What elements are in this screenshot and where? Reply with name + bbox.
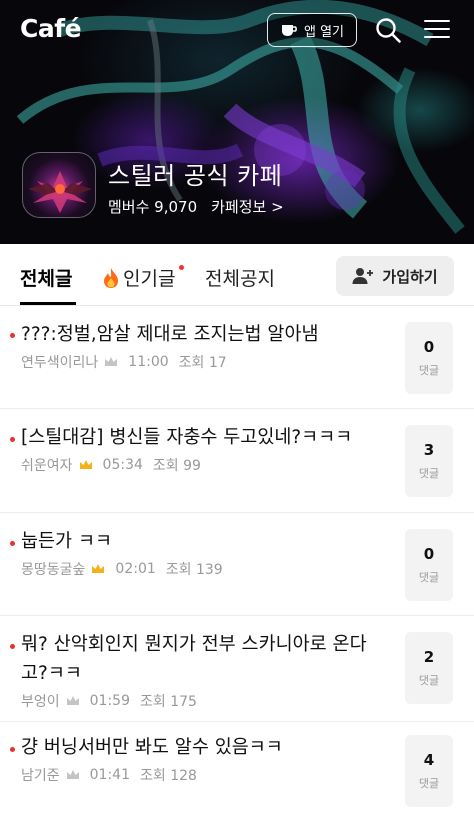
post-views: 조회 175: [140, 694, 197, 710]
app-open-button[interactable]: 앱 열기: [267, 13, 357, 47]
post-item[interactable]: [스틸대감] 병신들 자충수 두고있네?ㅋㅋㅋ 쉬운여자 05:34 조회 99…: [0, 409, 474, 513]
post-author[interactable]: 몽땅동굴숲: [21, 559, 85, 579]
post-item[interactable]: 걍 버닝서버만 봐도 알수 있음ㅋㅋ 남기준 01:41 조회 128 4 댓글: [0, 722, 474, 817]
post-bullet: [10, 541, 15, 546]
comment-count: 4: [423, 751, 435, 769]
comment-label: 댓글: [418, 571, 440, 584]
post-views: 조회 128: [140, 768, 197, 784]
post-views: 조회 99: [152, 458, 201, 474]
post-item[interactable]: 뭐? 산악회인지 뭔지가 전부 스카니아로 온다고?ㅋㅋ 부엉이 01:59 조…: [0, 616, 474, 722]
join-cafe-button[interactable]: 가입하기: [336, 256, 454, 296]
post-title[interactable]: 뭐? 산악회인지 뭔지가 전부 스카니아로 온다고?ㅋㅋ: [21, 630, 381, 688]
comment-count: 2: [423, 648, 435, 666]
comment-label: 댓글: [418, 777, 440, 790]
search-icon[interactable]: [374, 16, 402, 44]
post-item[interactable]: 눕든가 ㅋㅋ 몽땅동굴숲 02:01 조회 139 0 댓글: [0, 513, 474, 616]
comment-count-button[interactable]: 0 댓글: [405, 322, 453, 394]
post-time: 02:01: [115, 561, 156, 577]
app-open-label: 앱 열기: [303, 24, 344, 40]
post-title[interactable]: 눕든가 ㅋㅋ: [21, 527, 381, 556]
post-views: 조회 17: [178, 355, 227, 371]
post-title[interactable]: 걍 버닝서버만 봐도 알수 있음ㅋㅋ: [21, 733, 381, 762]
post-bullet: [10, 644, 15, 649]
tab-notices[interactable]: 전체공지: [205, 264, 275, 291]
post-author[interactable]: 부엉이: [21, 691, 60, 711]
gold-crown-icon: [79, 460, 92, 469]
cafe-name: 스틸러 공식 카페: [108, 162, 283, 190]
post-bullet: [10, 747, 15, 752]
post-meta: 연두색이리나 11:00 조회 17: [21, 352, 227, 372]
menu-icon[interactable]: [422, 16, 452, 44]
post-author[interactable]: 쉬운여자: [21, 455, 73, 475]
post-views: 조회 139: [165, 562, 223, 578]
comment-count: 0: [423, 545, 435, 563]
cafe-logo[interactable]: Café: [20, 14, 82, 43]
comment-count-button[interactable]: 2 댓글: [405, 632, 453, 704]
post-list: ???:정벌,암살 제대로 조지는법 알아냄 연두색이리나 11:00 조회 1…: [0, 306, 474, 817]
post-meta: 부엉이 01:59 조회 175: [21, 691, 197, 711]
silver-crown-icon: [105, 357, 118, 366]
silver-crown-icon: [66, 696, 79, 705]
new-indicator-dot: [179, 265, 185, 270]
comment-count-button[interactable]: 0 댓글: [405, 529, 453, 601]
post-author[interactable]: 연두색이리나: [21, 352, 98, 372]
post-title[interactable]: ???:정벌,암살 제대로 조지는법 알아냄: [21, 320, 381, 349]
post-meta: 남기준 01:41 조회 128: [21, 765, 197, 785]
cafe-info: 스틸러 공식 카페 멤버수 9,070 카페정보 >: [22, 152, 462, 222]
tab-popular[interactable]: 인기글: [101, 264, 185, 291]
post-item[interactable]: ???:정벌,암살 제대로 조지는법 알아냄 연두색이리나 11:00 조회 1…: [0, 306, 474, 409]
comment-label: 댓글: [418, 674, 440, 687]
cafe-thumbnail[interactable]: [22, 152, 96, 218]
active-tab-underline: [20, 302, 76, 305]
post-meta: 몽땅동굴숲 02:01 조회 139: [21, 559, 223, 579]
join-button-label: 가입하기: [382, 267, 438, 286]
coffee-cup-icon: [281, 25, 297, 36]
post-time: 11:00: [128, 354, 169, 370]
cafe-info-link[interactable]: 카페정보 >: [211, 196, 284, 217]
comment-count: 0: [423, 338, 435, 356]
post-time: 01:41: [89, 767, 130, 783]
comment-label: 댓글: [418, 467, 440, 480]
post-time: 01:59: [89, 693, 130, 709]
post-title[interactable]: [스틸대감] 병신들 자충수 두고있네?ㅋㅋㅋ: [21, 423, 381, 452]
post-bullet: [10, 437, 15, 442]
comment-label: 댓글: [418, 364, 440, 377]
member-count: 멤버수 9,070: [108, 198, 198, 216]
post-bullet: [10, 333, 15, 338]
board-tabs: 전체글 인기글 전체공지 가입하기: [0, 244, 474, 306]
add-user-icon: [352, 268, 374, 284]
post-author[interactable]: 남기준: [21, 765, 60, 785]
fire-icon: [104, 267, 118, 288]
gold-crown-icon: [92, 564, 105, 573]
post-meta: 쉬운여자 05:34 조회 99: [21, 455, 201, 475]
top-bar: Café 앱 열기: [0, 0, 474, 60]
cafe-header: Café 앱 열기 스틸러 공식 카페 멤버수 9,070 카페정보 >: [0, 0, 474, 244]
post-time: 05:34: [102, 457, 143, 473]
tab-popular-label: 인기글: [123, 268, 176, 290]
cafe-stats: 멤버수 9,070 카페정보 >: [108, 196, 284, 217]
comment-count-button[interactable]: 4 댓글: [405, 735, 453, 807]
cafe-emblem-icon: [28, 171, 92, 213]
comment-count-button[interactable]: 3 댓글: [405, 425, 453, 497]
silver-crown-icon: [66, 770, 79, 779]
tab-all-posts[interactable]: 전체글: [20, 264, 72, 291]
comment-count: 3: [423, 441, 435, 459]
